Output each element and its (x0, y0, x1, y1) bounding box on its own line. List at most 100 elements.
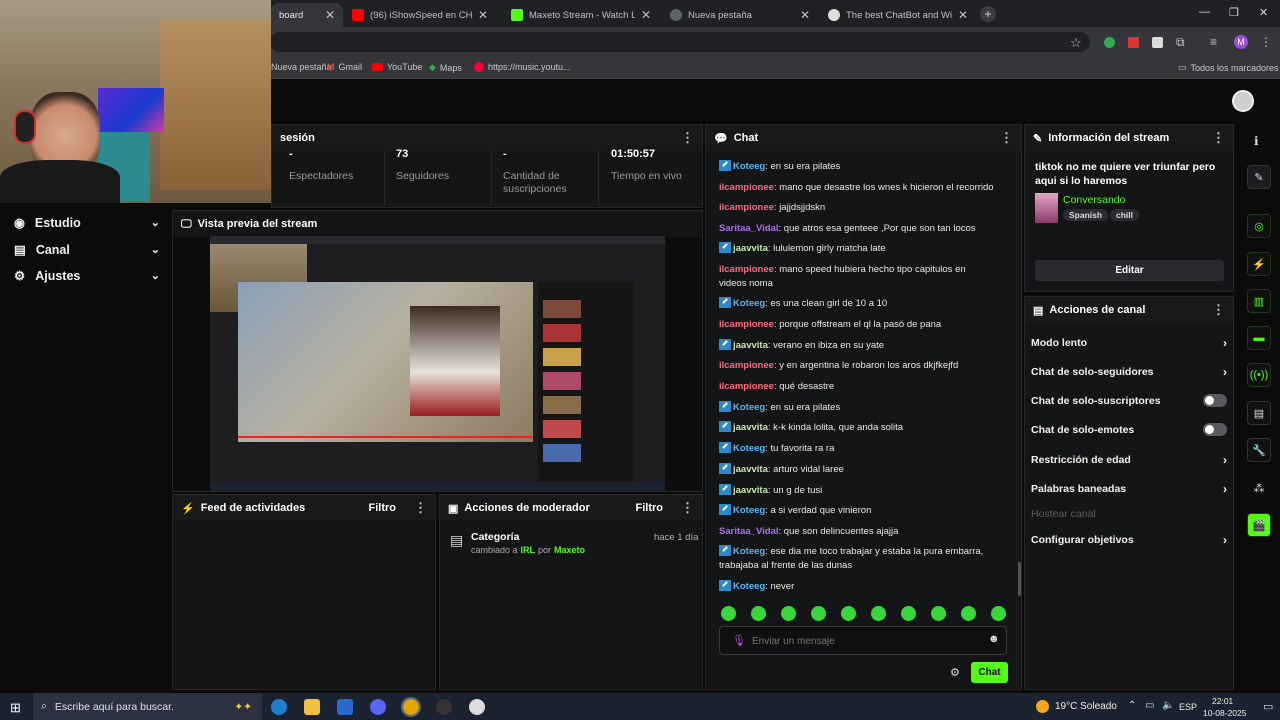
edit-stream-rail-button[interactable]: ✎ (1247, 165, 1271, 189)
close-icon[interactable]: ✕ (325, 8, 335, 22)
emote-icon[interactable] (721, 606, 736, 621)
close-icon[interactable]: ✕ (641, 8, 651, 22)
chat-username[interactable]: Koteeg (733, 443, 765, 454)
wrench-rail-button[interactable]: 🔧 (1247, 438, 1271, 462)
chat-username[interactable]: ilcampionee (719, 381, 774, 392)
emote-icon[interactable] (901, 606, 916, 621)
emote-icon[interactable] (841, 606, 856, 621)
discord-icon[interactable] (370, 699, 386, 715)
emote-icon[interactable] (781, 606, 796, 621)
filter-button[interactable]: Filtro (369, 502, 397, 514)
toggle-switch[interactable] (1203, 423, 1227, 436)
chrome-icon[interactable] (401, 697, 421, 717)
kebab-icon[interactable]: ⋮ (681, 130, 694, 146)
menu-icon[interactable]: ⋮ (1260, 35, 1272, 49)
camera-rail-button[interactable]: ◎ (1247, 214, 1271, 238)
taskbar-search[interactable]: ⌕ Escribe aquí para buscar. ✦✦ (33, 693, 262, 720)
network-icon[interactable]: ▭ (1145, 700, 1154, 711)
puzzle-icon[interactable]: ⧉ (1176, 35, 1185, 50)
share-rail-button[interactable]: ⁂ (1247, 476, 1271, 500)
bookmark-gmail[interactable]: M Gmail (327, 62, 362, 72)
chat-username[interactable]: ilcampionee (719, 264, 774, 275)
kebab-icon[interactable]: ⋮ (414, 500, 427, 516)
chat-username[interactable]: Koteeg (733, 505, 765, 516)
broadcast-rail-button[interactable]: ((•)) (1247, 363, 1271, 387)
channel-action-item[interactable]: Restricción de edad › (1031, 453, 1227, 467)
language-indicator[interactable]: ESP (1179, 702, 1197, 712)
star-icon[interactable]: ☆ (1070, 35, 1082, 51)
edge-icon[interactable] (271, 699, 287, 715)
chat-username[interactable]: Koteeg (733, 546, 765, 557)
chat-username[interactable]: Koteeg (733, 161, 765, 172)
chat-input[interactable] (752, 633, 982, 649)
chat-username[interactable]: Saritaa_Vidal (719, 526, 779, 537)
file-explorer-icon[interactable] (304, 699, 320, 715)
gear-icon[interactable]: ⚙ (950, 666, 960, 679)
channel-action-item[interactable]: Palabras baneadas › (1031, 482, 1227, 496)
obs-icon[interactable] (436, 699, 452, 715)
channel-action-item[interactable]: Chat de solo-emotes (1031, 423, 1227, 436)
kebab-icon[interactable]: ⋮ (681, 500, 694, 516)
chat-username[interactable]: jaavvita (733, 464, 768, 475)
minimize-icon[interactable]: — (1199, 6, 1210, 18)
close-window-icon[interactable]: ✕ (1259, 6, 1268, 19)
emote-icon[interactable] (871, 606, 886, 621)
channel-action-item[interactable]: Chat de solo-suscriptores (1031, 394, 1227, 407)
windows-start-icon[interactable]: ⊞ (10, 700, 21, 716)
mod-item-category[interactable]: IRL (521, 545, 536, 555)
store-icon[interactable] (337, 699, 353, 715)
bookmark-maps[interactable]: ◆ Maps (429, 62, 462, 73)
tag-badge[interactable]: Spanish (1063, 209, 1109, 221)
chat-username[interactable]: jaavvita (733, 340, 768, 351)
channel-action-item[interactable]: Modo lento › (1031, 336, 1227, 350)
media-icon[interactable]: ≡ (1210, 35, 1217, 49)
chat-username[interactable]: jaavvita (733, 243, 768, 254)
close-icon[interactable]: ✕ (478, 8, 488, 22)
stream-category[interactable]: Conversando (1063, 194, 1125, 206)
extension-icon[interactable] (1128, 37, 1139, 48)
info-icon[interactable]: ℹ (1254, 134, 1259, 148)
emote-icon[interactable] (931, 606, 946, 621)
microphone-icon[interactable]: 🎙 (732, 634, 746, 647)
address-bar[interactable] (270, 32, 1090, 52)
volume-icon[interactable]: 🔈 (1162, 700, 1174, 711)
notification-icon[interactable]: ▭ (1263, 700, 1273, 713)
mod-item-user[interactable]: Maxeto (554, 545, 585, 555)
bookmark-youtube[interactable]: YouTube (372, 62, 422, 72)
channel-action-item[interactable]: Chat de solo-seguidores › (1031, 365, 1227, 379)
bookmark-music[interactable]: https://music.youtu... (474, 62, 571, 72)
chat-username[interactable]: ilcampionee (719, 202, 774, 213)
bookmark-new-tab[interactable]: Nueva pestaña (271, 62, 332, 72)
nav-channel[interactable]: ▤ Canal ⌄ (14, 242, 160, 258)
chat-username[interactable]: Koteeg (733, 298, 765, 309)
layers-rail-button[interactable]: ▤ (1247, 401, 1271, 425)
user-avatar[interactable] (1232, 90, 1254, 112)
chat-username[interactable]: jaavvita (733, 422, 768, 433)
chat-username[interactable]: ilcampionee (719, 360, 774, 371)
kebab-icon[interactable]: ⋮ (1212, 130, 1225, 146)
new-tab-button[interactable]: + (980, 6, 996, 22)
bolt-rail-button[interactable]: ⚡ (1247, 252, 1271, 276)
send-chat-button[interactable]: Chat (971, 662, 1008, 683)
clipboard-rail-button[interactable]: ▥ (1247, 289, 1271, 313)
restore-icon[interactable]: ❐ (1229, 6, 1239, 19)
tab-dashboard[interactable]: board ✕ (271, 3, 343, 27)
app-icon[interactable] (469, 699, 485, 715)
nav-settings[interactable]: ⚙ Ajustes ⌄ (14, 268, 160, 284)
emote-icon[interactable] (991, 606, 1006, 621)
tag-badge[interactable]: chill (1110, 209, 1140, 221)
clock-time[interactable]: 22:01 (1212, 696, 1233, 706)
emote-icon[interactable] (811, 606, 826, 621)
weather-text[interactable]: 19°C Soleado (1055, 701, 1117, 712)
chat-username[interactable]: jaavvita (733, 485, 768, 496)
profile-avatar[interactable]: M (1234, 35, 1248, 49)
chat-username[interactable]: ilcampionee (719, 182, 774, 193)
extension-icon[interactable] (1152, 37, 1163, 48)
edit-button[interactable]: Editar (1035, 260, 1224, 281)
filter-button[interactable]: Filtro (636, 502, 664, 514)
category-thumbnail[interactable] (1035, 193, 1058, 223)
close-icon[interactable]: ✕ (800, 8, 810, 22)
clapper-rail-button[interactable]: 🎬 (1247, 513, 1271, 537)
tab-new[interactable]: Nueva pestaña ✕ (662, 3, 818, 27)
all-bookmarks[interactable]: ▭ Todos los marcadores (1178, 62, 1279, 73)
